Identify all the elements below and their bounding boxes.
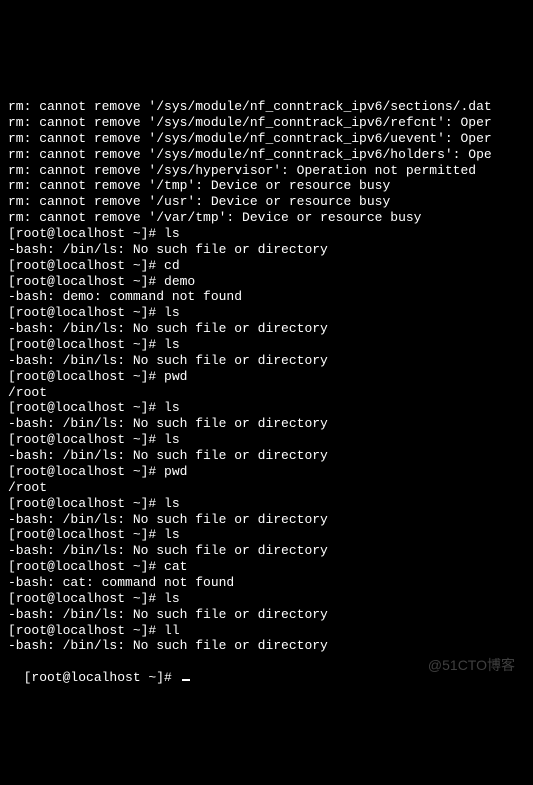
terminal-line: -bash: /bin/ls: No such file or director… bbox=[8, 638, 525, 654]
terminal-prompt[interactable]: [root@localhost ~]# bbox=[24, 670, 180, 685]
terminal-line: -bash: /bin/ls: No such file or director… bbox=[8, 512, 525, 528]
terminal-line: rm: cannot remove '/var/tmp': Device or … bbox=[8, 210, 525, 226]
terminal-line: [root@localhost ~]# ls bbox=[8, 400, 525, 416]
terminal-line: -bash: /bin/ls: No such file or director… bbox=[8, 607, 525, 623]
terminal-line: -bash: cat: command not found bbox=[8, 575, 525, 591]
terminal-line: [root@localhost ~]# ls bbox=[8, 527, 525, 543]
terminal-line: [root@localhost ~]# pwd bbox=[8, 464, 525, 480]
terminal-line: [root@localhost ~]# ls bbox=[8, 337, 525, 353]
terminal-line: [root@localhost ~]# ll bbox=[8, 623, 525, 639]
terminal-line: rm: cannot remove '/sys/module/nf_conntr… bbox=[8, 99, 525, 115]
terminal-line: -bash: /bin/ls: No such file or director… bbox=[8, 321, 525, 337]
terminal-line: [root@localhost ~]# ls bbox=[8, 305, 525, 321]
terminal-line: -bash: /bin/ls: No such file or director… bbox=[8, 543, 525, 559]
terminal-output[interactable]: rm: cannot remove '/sys/module/nf_conntr… bbox=[8, 67, 525, 701]
terminal-line: [root@localhost ~]# pwd bbox=[8, 369, 525, 385]
terminal-line: rm: cannot remove '/tmp': Device or reso… bbox=[8, 178, 525, 194]
terminal-line: /root bbox=[8, 480, 525, 496]
terminal-line: -bash: /bin/ls: No such file or director… bbox=[8, 242, 525, 258]
terminal-line: [root@localhost ~]# ls bbox=[8, 496, 525, 512]
terminal-line: [root@localhost ~]# ls bbox=[8, 226, 525, 242]
terminal-line: /root bbox=[8, 385, 525, 401]
terminal-line: rm: cannot remove '/sys/module/nf_conntr… bbox=[8, 115, 525, 131]
terminal-line: [root@localhost ~]# cd bbox=[8, 258, 525, 274]
terminal-line: rm: cannot remove '/sys/module/nf_conntr… bbox=[8, 131, 525, 147]
terminal-line: rm: cannot remove '/sys/hypervisor': Ope… bbox=[8, 163, 525, 179]
cursor-icon bbox=[182, 679, 190, 681]
terminal-line: -bash: demo: command not found bbox=[8, 289, 525, 305]
terminal-line: -bash: /bin/ls: No such file or director… bbox=[8, 353, 525, 369]
terminal-line: -bash: /bin/ls: No such file or director… bbox=[8, 448, 525, 464]
terminal-line: [root@localhost ~]# ls bbox=[8, 591, 525, 607]
terminal-line: -bash: /bin/ls: No such file or director… bbox=[8, 416, 525, 432]
terminal-line: rm: cannot remove '/sys/module/nf_conntr… bbox=[8, 147, 525, 163]
terminal-line: rm: cannot remove '/usr': Device or reso… bbox=[8, 194, 525, 210]
terminal-line: [root@localhost ~]# ls bbox=[8, 432, 525, 448]
terminal-line: [root@localhost ~]# cat bbox=[8, 559, 525, 575]
terminal-line: [root@localhost ~]# demo bbox=[8, 274, 525, 290]
terminal-lines: rm: cannot remove '/sys/module/nf_conntr… bbox=[8, 99, 525, 654]
watermark-label: @51CTO博客 bbox=[428, 657, 515, 674]
